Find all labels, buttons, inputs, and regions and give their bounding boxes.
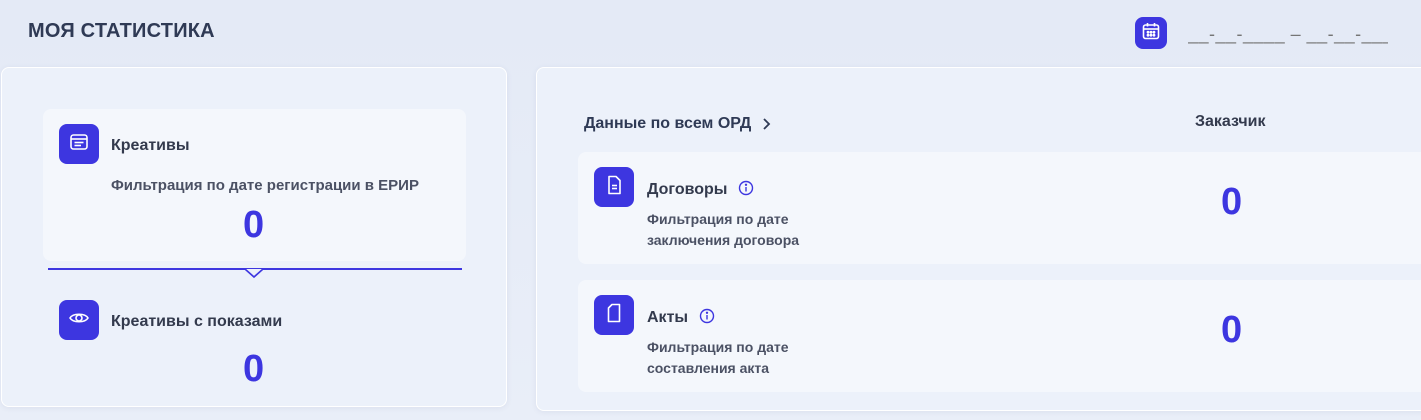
contracts-filter-line-1: Фильтрация по дате [647,211,789,227]
contracts-count: 0 [1221,181,1243,223]
info-icon[interactable] [699,308,715,324]
acts-title: Акты [647,309,689,326]
creatives-card: Креативы Фильтрация по дате регистрации … [1,67,507,407]
divider-notch [245,269,263,279]
all-ord-data-link[interactable]: Данные по всем ОРД [584,115,771,133]
calendar-button[interactable] [1135,17,1167,49]
calendar-icon [1141,21,1161,46]
info-icon[interactable] [738,180,754,196]
creatives-shown-title: Креативы с показами [111,313,283,330]
contracts-filter-text: Фильтрация по дате заключения договора [647,209,887,251]
acts-row: Акты Фильтрация по дате составления акта… [578,280,1421,392]
page-title: МОЯ СТАТИСТИКА [28,20,215,42]
chevron-right-icon [761,117,771,131]
acts-count: 0 [1221,309,1243,351]
document-icon [604,174,624,201]
date-range-input[interactable] [1188,23,1388,45]
creative-window-icon [68,131,90,158]
contracts-title-wrap: Договоры [647,180,754,199]
contracts-title: Договоры [647,181,728,198]
date-range-picker [1135,17,1388,49]
page-icon-tile [594,295,634,335]
creatives-count: 0 [243,204,265,246]
creatives-filter-text: Фильтрация по дате регистрации в ЕРИР [111,177,419,194]
acts-filter-text: Фильтрация по дате составления акта [647,337,887,379]
customer-column-header: Заказчик [1195,113,1266,130]
contracts-filter-line-2: заключения договора [647,232,800,248]
acts-filter-line-2: составления акта [647,360,770,376]
creatives-box: Креативы Фильтрация по дате регистрации … [43,109,466,261]
creatives-title: Креативы [111,137,190,154]
document-icon-tile [594,167,634,207]
page-icon [604,302,624,329]
all-ord-data-label: Данные по всем ОРД [584,115,752,132]
ord-data-card: Данные по всем ОРД Заказчик Договоры Фил… [536,67,1421,411]
eye-icon-tile [59,300,99,340]
creative-icon-tile [59,124,99,164]
eye-icon [68,307,90,334]
contracts-row: Договоры Фильтрация по дате заключения д… [578,152,1421,264]
acts-title-wrap: Акты [647,308,715,327]
acts-filter-line-1: Фильтрация по дате [647,339,789,355]
creatives-shown-count: 0 [243,348,265,390]
